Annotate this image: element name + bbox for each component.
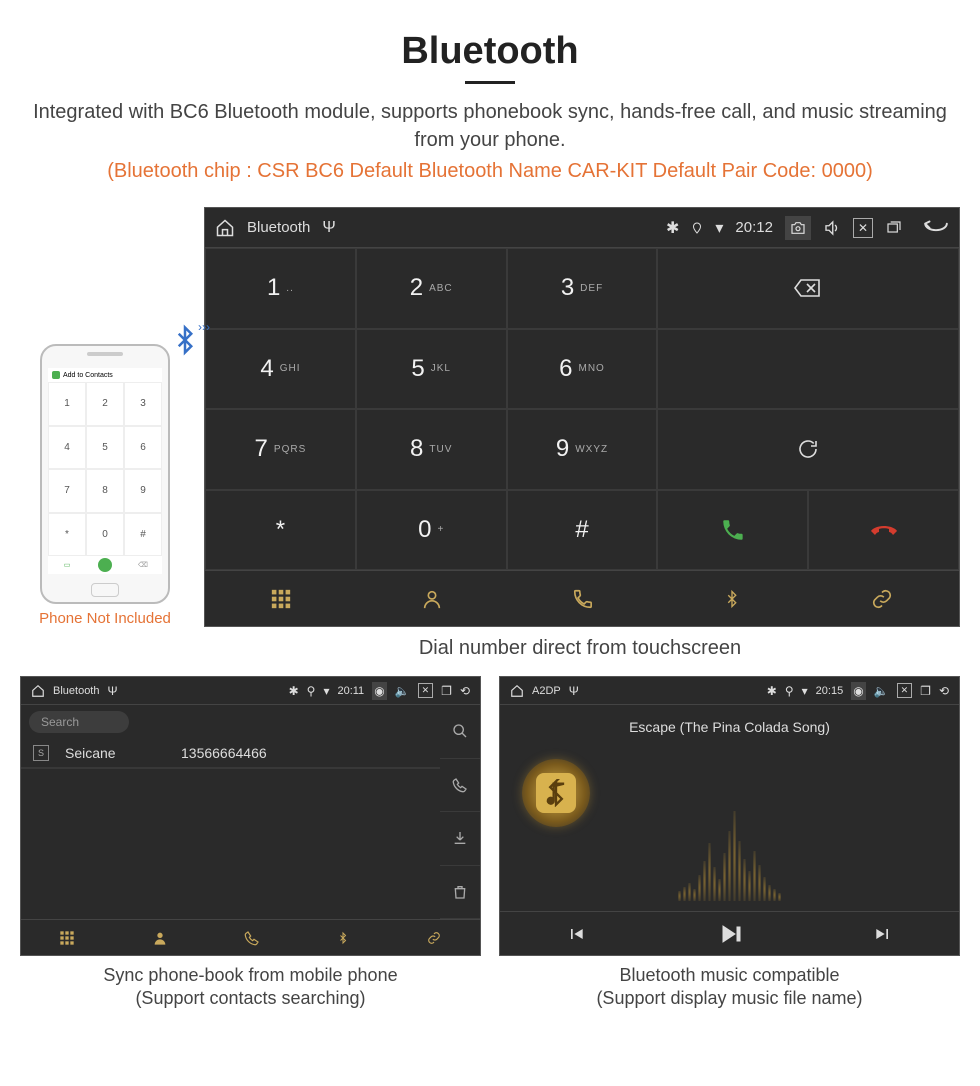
screenshot-icon[interactable]: ◉ (851, 682, 865, 700)
close-app-icon[interactable]: ✕ (418, 683, 434, 698)
phone-header-text: Add to Contacts (63, 372, 113, 379)
usb-icon: Ψ (569, 684, 579, 698)
prev-track-icon[interactable] (566, 924, 586, 944)
status-time: 20:12 (735, 219, 773, 236)
next-track-icon[interactable] (873, 924, 893, 944)
home-icon[interactable] (215, 218, 235, 238)
home-icon[interactable] (510, 684, 524, 698)
contacts-caption-2: (Support contacts searching) (135, 988, 365, 1008)
bluetooth-icon: ››› (170, 322, 200, 358)
nav-phone-icon[interactable] (572, 588, 594, 610)
main-caption: Dial number direct from touchscreen (200, 637, 960, 660)
music-caption-1: Bluetooth music compatible (619, 965, 839, 985)
music-caption-2: (Support display music file name) (596, 988, 862, 1008)
volume-icon[interactable]: 🔈 (395, 684, 410, 698)
hangup-key[interactable] (808, 490, 959, 571)
bottom-nav-contacts (21, 919, 480, 955)
location-icon: ⚲ (307, 684, 316, 698)
back-icon[interactable]: ⟲ (460, 684, 470, 698)
page-title: Bluetooth (20, 30, 960, 73)
recents-icon[interactable]: ❐ (920, 684, 931, 698)
volume-icon[interactable] (823, 219, 841, 237)
dial-key-#[interactable]: # (507, 490, 658, 571)
phone-mockup: Add to Contacts 123 456 789 *0# ▭ ⌫ (40, 344, 170, 604)
back-icon[interactable]: ⟲ (939, 684, 949, 698)
panel-contacts: Bluetooth Ψ ✱ ⚲ ▾ 20:11 ◉ 🔈 ✕ ❐ ⟲ Search… (20, 676, 481, 956)
recents-icon[interactable]: ❐ (441, 684, 452, 698)
dial-key-6[interactable]: 6MNO (507, 329, 658, 410)
nav-dialpad-icon[interactable] (270, 588, 292, 610)
side-search-icon[interactable] (440, 705, 480, 759)
nav-bluetooth-icon[interactable] (337, 930, 349, 946)
status-time: 20:11 (337, 685, 364, 697)
close-app-icon[interactable]: ✕ (853, 218, 873, 238)
side-call-icon[interactable] (440, 759, 480, 813)
wifi-icon: ▾ (323, 684, 329, 698)
dial-key-7[interactable]: 7PQRS (205, 409, 356, 490)
call-key[interactable] (657, 490, 808, 571)
location-icon (691, 220, 703, 236)
nav-phone-icon[interactable] (244, 930, 260, 946)
statusbar-contacts: Bluetooth Ψ ✱ ⚲ ▾ 20:11 ◉ 🔈 ✕ ❐ ⟲ (21, 677, 480, 705)
back-icon[interactable] (923, 220, 949, 236)
status-app-name: A2DP (532, 685, 561, 697)
nav-link-icon[interactable] (870, 588, 894, 610)
location-icon: ⚲ (785, 684, 794, 698)
bluetooth-status-icon: ✱ (666, 218, 679, 238)
panel-music: A2DP Ψ ✱ ⚲ ▾ 20:15 ◉ 🔈 ✕ ❐ ⟲ Escape (The… (499, 676, 960, 956)
dial-key-5[interactable]: 5JKL (356, 329, 507, 410)
title-underline (465, 81, 515, 84)
dial-key-*[interactable]: * (205, 490, 356, 571)
dial-key-4[interactable]: 4GHI (205, 329, 356, 410)
backspace-key[interactable] (657, 248, 959, 329)
status-time: 20:15 (816, 685, 844, 697)
screenshot-icon[interactable]: ◉ (372, 682, 386, 700)
side-delete-icon[interactable] (440, 866, 480, 920)
contact-row[interactable]: S Seicane 13566664466 (21, 739, 440, 768)
bluetooth-status-icon: ✱ (767, 684, 777, 698)
bluetooth-status-icon: ✱ (289, 684, 299, 698)
home-icon[interactable] (31, 684, 45, 698)
headunit-dialer: Bluetooth Ψ ✱ ▾ 20:12 ✕ 1..2ABC3DEF 4GHI5… (204, 207, 960, 627)
status-app-name: Bluetooth (247, 219, 310, 236)
contacts-caption-1: Sync phone-book from mobile phone (103, 965, 397, 985)
wifi-icon: ▾ (715, 218, 723, 238)
usb-icon: Ψ (107, 684, 117, 698)
nav-link-icon[interactable] (426, 931, 442, 945)
page-subtitle: Integrated with BC6 Bluetooth module, su… (20, 98, 960, 154)
status-app-name: Bluetooth (53, 685, 99, 697)
nav-dialpad-icon[interactable] (59, 930, 75, 946)
usb-icon: Ψ (322, 219, 335, 237)
recents-icon[interactable] (885, 220, 903, 236)
contact-name: Seicane (65, 745, 165, 761)
track-title: Escape (The Pina Colada Song) (629, 719, 830, 735)
empty-key (657, 329, 959, 410)
close-app-icon[interactable]: ✕ (897, 683, 913, 698)
contact-number: 13566664466 (181, 745, 267, 761)
statusbar-main: Bluetooth Ψ ✱ ▾ 20:12 ✕ (205, 208, 959, 248)
dial-key-8[interactable]: 8TUV (356, 409, 507, 490)
dial-key-3[interactable]: 3DEF (507, 248, 658, 329)
dial-key-2[interactable]: 2ABC (356, 248, 507, 329)
nav-contacts-icon[interactable] (421, 588, 443, 610)
search-input[interactable]: Search (29, 711, 129, 733)
wifi-icon: ▾ (802, 684, 808, 698)
volume-icon[interactable]: 🔈 (874, 684, 889, 698)
bluetooth-chip-info: (Bluetooth chip : CSR BC6 Default Blueto… (20, 160, 960, 183)
contact-badge: S (33, 745, 49, 761)
dial-key-1[interactable]: 1.. (205, 248, 356, 329)
dial-key-0[interactable]: 0+ (356, 490, 507, 571)
screenshot-icon[interactable] (785, 216, 811, 240)
play-pause-icon[interactable] (717, 922, 741, 946)
phone-caption: Phone Not Included (20, 610, 190, 627)
statusbar-music: A2DP Ψ ✱ ⚲ ▾ 20:15 ◉ 🔈 ✕ ❐ ⟲ (500, 677, 959, 705)
side-download-icon[interactable] (440, 812, 480, 866)
nav-bluetooth-icon[interactable] (723, 587, 741, 611)
refresh-key[interactable] (657, 409, 959, 490)
visualizer (546, 735, 913, 911)
nav-contacts-icon[interactable] (152, 930, 168, 946)
album-art-icon (522, 759, 590, 827)
dial-key-9[interactable]: 9WXYZ (507, 409, 658, 490)
bottom-nav-main (205, 570, 959, 626)
